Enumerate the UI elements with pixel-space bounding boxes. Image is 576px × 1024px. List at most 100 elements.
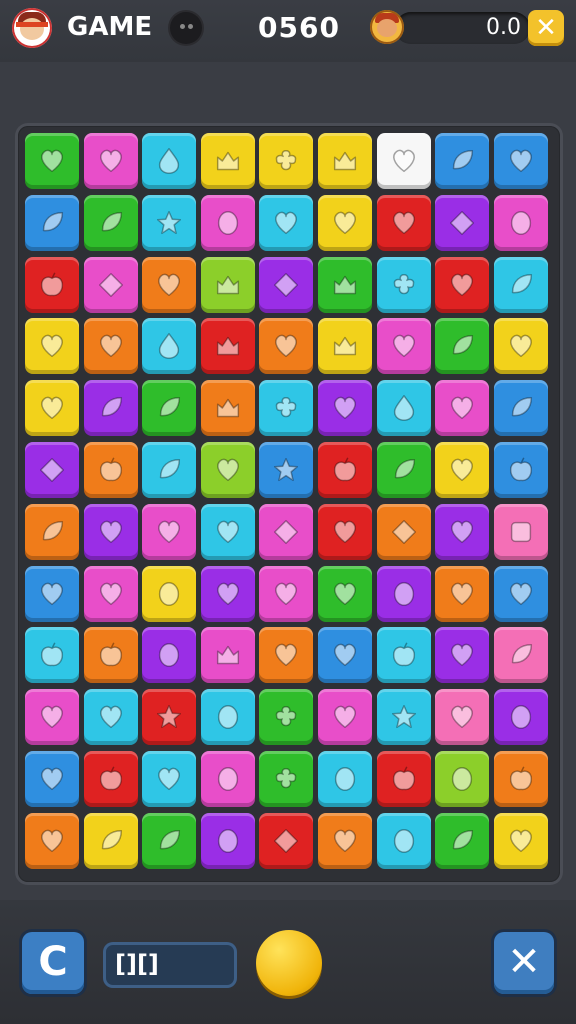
- tile-r5-c6[interactable]: [376, 442, 431, 498]
- restart-button[interactable]: C: [22, 932, 84, 994]
- tile-r6-c3[interactable]: [200, 503, 255, 560]
- tile-r1-c7[interactable]: [435, 194, 490, 251]
- tile-r11-c6[interactable]: [376, 812, 431, 869]
- tile-r6-c7[interactable]: [435, 503, 490, 560]
- player-avatar[interactable]: [12, 8, 52, 48]
- tile-r10-c8[interactable]: [493, 751, 548, 807]
- tile-r3-c1[interactable]: [83, 318, 138, 375]
- tile-r1-c6[interactable]: [376, 194, 431, 251]
- tile-r6-c2[interactable]: [142, 503, 197, 560]
- tile-r6-c8[interactable]: [493, 503, 548, 560]
- tile-r2-c2[interactable]: [142, 256, 197, 313]
- tile-r5-c3[interactable]: [200, 442, 255, 498]
- tile-r8-c1[interactable]: [83, 627, 138, 684]
- tile-r10-c0[interactable]: [25, 751, 79, 807]
- tile-r7-c1[interactable]: [83, 565, 138, 622]
- tile-r9-c7[interactable]: [435, 689, 490, 746]
- tile-r4-c4[interactable]: [259, 380, 314, 437]
- tile-r3-c4[interactable]: [259, 318, 314, 375]
- tile-r10-c3[interactable]: [200, 751, 255, 807]
- tile-r3-c2[interactable]: [142, 318, 197, 375]
- tile-r11-c5[interactable]: [318, 812, 372, 869]
- tile-r9-c0[interactable]: [25, 689, 79, 746]
- tile-r2-c7[interactable]: [435, 256, 490, 313]
- tile-r5-c7[interactable]: [435, 442, 490, 498]
- tile-r4-c7[interactable]: [435, 380, 490, 437]
- tile-r4-c0[interactable]: [25, 380, 79, 437]
- tile-r7-c2[interactable]: [142, 565, 197, 622]
- tile-r8-c5[interactable]: [318, 627, 372, 684]
- tile-r10-c2[interactable]: [142, 751, 197, 807]
- tile-r11-c8[interactable]: [493, 812, 548, 869]
- tile-r6-c1[interactable]: [83, 503, 138, 560]
- tile-r4-c3[interactable]: [200, 380, 255, 437]
- tile-r7-c0[interactable]: [25, 565, 79, 622]
- tile-r8-c2[interactable]: [142, 627, 197, 684]
- tile-r9-c4[interactable]: [259, 689, 314, 746]
- tile-r11-c1[interactable]: [83, 812, 138, 869]
- tile-r1-c4[interactable]: [259, 194, 314, 251]
- tile-r0-c0[interactable]: [25, 133, 79, 189]
- tile-r9-c5[interactable]: [318, 689, 372, 746]
- tile-r4-c2[interactable]: [142, 380, 197, 437]
- tile-r3-c5[interactable]: [318, 318, 372, 375]
- tile-r3-c7[interactable]: [435, 318, 490, 375]
- tile-r5-c8[interactable]: [493, 442, 548, 498]
- tile-r3-c6[interactable]: [376, 318, 431, 375]
- tile-r0-c4[interactable]: [259, 133, 314, 189]
- tile-r10-c6[interactable]: [376, 751, 431, 807]
- tile-r7-c5[interactable]: [318, 565, 372, 622]
- tile-r2-c1[interactable]: [83, 256, 138, 313]
- tile-r6-c4[interactable]: [259, 503, 314, 560]
- tile-r11-c3[interactable]: [200, 812, 255, 869]
- tile-r3-c8[interactable]: [493, 318, 548, 375]
- tile-r5-c2[interactable]: [142, 442, 197, 498]
- tile-r7-c7[interactable]: [435, 565, 490, 622]
- tile-r3-c0[interactable]: [25, 318, 79, 375]
- tile-r2-c6[interactable]: [376, 256, 431, 313]
- tile-r6-c6[interactable]: [376, 503, 431, 560]
- tile-r10-c4[interactable]: [259, 751, 314, 807]
- tile-r2-c0[interactable]: [25, 256, 79, 313]
- tile-r11-c2[interactable]: [142, 812, 197, 869]
- tile-r6-c0[interactable]: [25, 503, 79, 560]
- tile-r9-c6[interactable]: [376, 689, 431, 746]
- tile-r5-c0[interactable]: [25, 442, 79, 498]
- tile-r2-c5[interactable]: [318, 256, 372, 313]
- close-button[interactable]: ✕: [494, 932, 554, 994]
- tile-r0-c7[interactable]: [435, 133, 490, 189]
- tile-r8-c0[interactable]: [25, 627, 79, 684]
- tile-r9-c3[interactable]: [200, 689, 255, 746]
- tile-r11-c4[interactable]: [259, 812, 314, 869]
- tile-r10-c5[interactable]: [318, 751, 372, 807]
- bomb-icon[interactable]: [170, 12, 202, 44]
- tile-r1-c3[interactable]: [200, 194, 255, 251]
- close-top-button[interactable]: ✕: [528, 10, 564, 46]
- tile-r9-c2[interactable]: [142, 689, 197, 746]
- tile-r1-c0[interactable]: [25, 194, 79, 251]
- tile-r0-c3[interactable]: [200, 133, 255, 189]
- tile-r0-c2[interactable]: [142, 133, 197, 189]
- tile-r10-c7[interactable]: [435, 751, 490, 807]
- tile-r8-c3[interactable]: [200, 627, 255, 684]
- tile-r7-c4[interactable]: [259, 565, 314, 622]
- tile-r8-c8[interactable]: [493, 627, 548, 684]
- tile-r11-c0[interactable]: [25, 812, 79, 869]
- tile-r9-c8[interactable]: [493, 689, 548, 746]
- tile-r4-c1[interactable]: [83, 380, 138, 437]
- tile-r7-c3[interactable]: [200, 565, 255, 622]
- tile-r2-c8[interactable]: [493, 256, 548, 313]
- tile-r3-c3[interactable]: [200, 318, 255, 375]
- tile-r1-c2[interactable]: [142, 194, 197, 251]
- coin-icon[interactable]: [256, 930, 322, 996]
- tile-r2-c4[interactable]: [259, 256, 314, 313]
- tile-r11-c7[interactable]: [435, 812, 490, 869]
- tile-r7-c8[interactable]: [493, 565, 548, 622]
- tile-r0-c1[interactable]: [83, 133, 138, 189]
- tile-r4-c5[interactable]: [318, 380, 372, 437]
- tile-r5-c4[interactable]: [259, 442, 314, 498]
- tile-r5-c1[interactable]: [83, 442, 138, 498]
- tile-r4-c8[interactable]: [493, 380, 548, 437]
- tile-r1-c5[interactable]: [318, 194, 372, 251]
- tile-r9-c1[interactable]: [83, 689, 138, 746]
